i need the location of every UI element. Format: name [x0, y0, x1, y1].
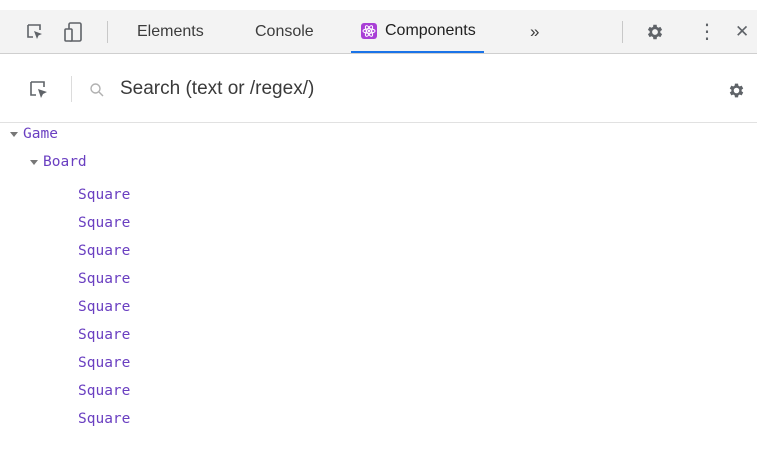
tree-node-square[interactable]: Square	[78, 265, 130, 293]
tab-components-label: Components	[385, 21, 476, 39]
tab-components[interactable]: Components	[351, 10, 484, 53]
close-icon: ✕	[735, 21, 750, 41]
components-search-bar	[0, 54, 757, 123]
clipped-header-strip	[0, 0, 757, 10]
tree-node-square[interactable]: Square	[78, 321, 130, 349]
react-logo-icon	[361, 22, 377, 39]
tree-node-square[interactable]: Square	[78, 181, 130, 209]
close-devtools-button[interactable]: ✕	[735, 10, 749, 53]
more-tabs-icon: »	[530, 21, 540, 41]
tree-node-board[interactable]: Board	[30, 148, 87, 176]
select-component-icon[interactable]	[26, 77, 52, 103]
tree-node-label: Game	[23, 126, 58, 142]
device-toolbar-icon[interactable]	[60, 10, 86, 53]
expand-caret-icon[interactable]	[10, 131, 18, 137]
component-settings-gear-icon[interactable]	[724, 78, 748, 102]
tree-node-square[interactable]: Square	[78, 293, 130, 321]
tab-console[interactable]: Console	[255, 10, 314, 53]
devtools-tab-bar: Elements Console Components » ⋮ ✕	[0, 10, 757, 54]
tab-console-label: Console	[255, 22, 314, 40]
tree-node-label: Square	[78, 299, 131, 315]
tree-node-label: Square	[78, 355, 131, 371]
more-tabs-button[interactable]: »	[530, 10, 539, 53]
tree-node-square[interactable]: Square	[78, 349, 130, 377]
tree-node-square[interactable]: Square	[78, 237, 130, 265]
more-options-button[interactable]: ⋮	[697, 10, 717, 53]
search-divider	[71, 76, 72, 102]
tree-node-label: Square	[78, 187, 131, 203]
tree-node-square[interactable]: Square	[78, 405, 130, 433]
tree-node-label: Square	[78, 411, 131, 427]
tree-node-label: Square	[78, 383, 131, 399]
tree-node-square[interactable]: Square	[78, 209, 130, 237]
search-icon	[87, 80, 107, 100]
tree-node-game[interactable]: Game	[10, 120, 58, 148]
tree-node-label: Square	[78, 271, 131, 287]
toolbar-divider	[622, 21, 623, 43]
tree-node-label: Square	[78, 243, 131, 259]
tab-elements[interactable]: Elements	[137, 10, 204, 53]
settings-gear-icon[interactable]	[642, 10, 668, 53]
tab-elements-label: Elements	[137, 22, 204, 40]
toolbar-divider	[107, 21, 108, 43]
search-input[interactable]	[120, 76, 680, 102]
vertical-dots-icon: ⋮	[697, 21, 717, 43]
inspect-element-icon[interactable]	[22, 10, 48, 53]
tree-node-label: Board	[43, 154, 87, 170]
tree-node-square[interactable]: Square	[78, 377, 130, 405]
tree-node-label: Square	[78, 215, 131, 231]
expand-caret-icon[interactable]	[30, 159, 38, 165]
tree-node-label: Square	[78, 327, 131, 343]
